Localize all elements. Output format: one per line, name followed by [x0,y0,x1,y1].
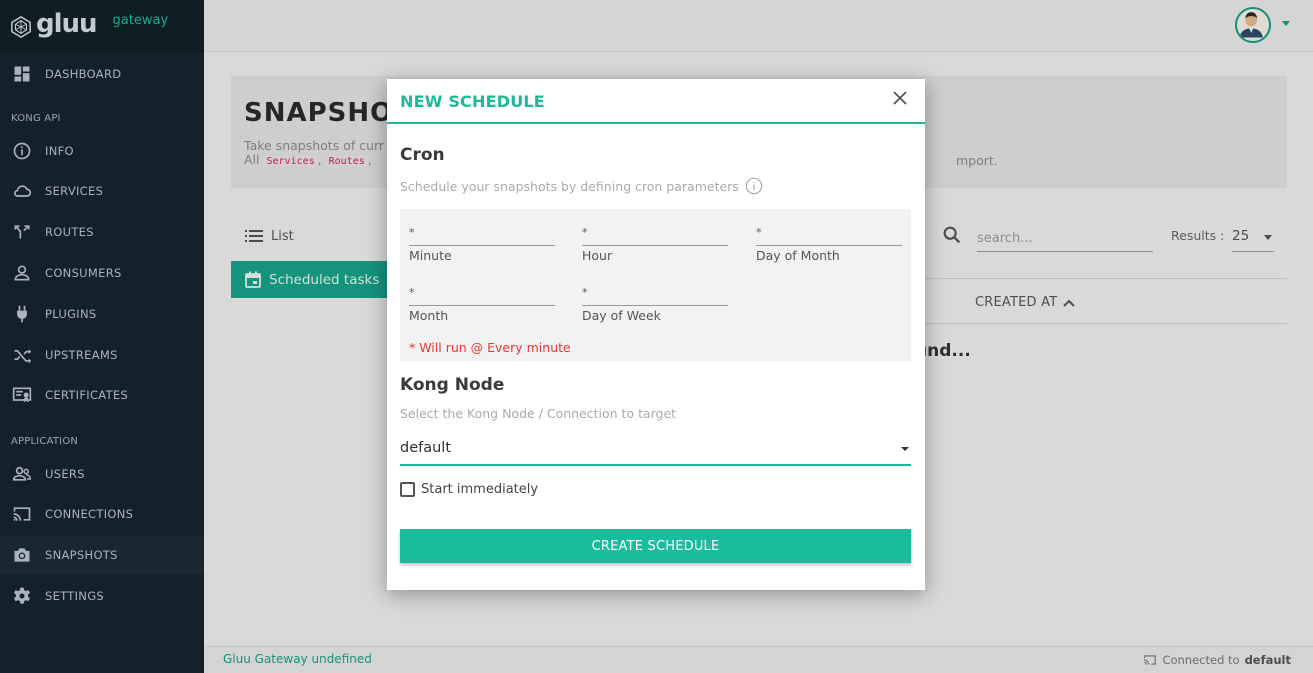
day-of-month-label: Day of Month [756,248,840,263]
month-value: * [409,286,415,299]
modal-title: NEW SCHEDULE [400,92,545,111]
modal-header: NEW SCHEDULE [387,79,925,124]
kong-node-description: Select the Kong Node / Connection to tar… [400,406,677,421]
cron-description: Schedule your snapshots by defining cron… [400,177,763,195]
cron-title: Cron [400,145,445,165]
hour-value: * [582,226,588,239]
create-schedule-button[interactable]: CREATE SCHEDULE [400,529,911,563]
info-icon[interactable] [745,177,763,195]
month-label: Month [409,308,449,323]
cron-description-text: Schedule your snapshots by defining cron… [400,178,739,194]
day-of-week-value: * [582,286,588,299]
day-of-month-field[interactable]: * Day of Month [756,226,902,263]
start-immediately-row[interactable]: Start immediately [400,482,538,497]
minute-value: * [409,226,415,239]
kong-node-select[interactable]: default [400,436,911,466]
month-field[interactable]: * Month [409,286,555,323]
cron-summary: * Will run @ Every minute [409,340,571,355]
minute-label: Minute [409,248,452,263]
minute-field[interactable]: * Minute [409,226,555,263]
start-immediately-label: Start immediately [421,482,539,497]
day-of-week-label: Day of Week [582,308,661,323]
close-icon[interactable] [891,89,909,107]
new-schedule-modal: NEW SCHEDULE Cron Schedule your snapshot… [387,79,925,590]
day-of-month-value: * [756,226,762,239]
hour-field[interactable]: * Hour [582,226,728,263]
start-immediately-checkbox[interactable] [400,482,415,497]
kong-node-title: Kong Node [400,375,505,395]
hour-label: Hour [582,248,613,263]
day-of-week-field[interactable]: * Day of Week [582,286,728,323]
cron-fields: * Minute * Hour * Day of Month * Month *… [400,209,911,362]
